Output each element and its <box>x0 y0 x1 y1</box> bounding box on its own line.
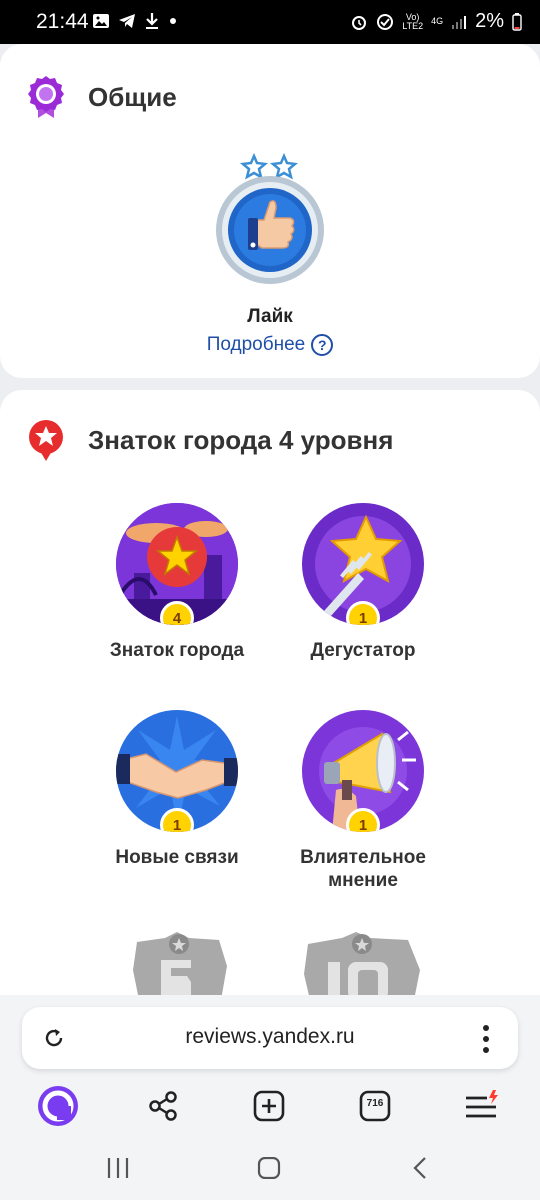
like-badge-name: Лайк <box>247 306 293 327</box>
download-icon <box>146 13 158 29</box>
like-badge-icon[interactable] <box>212 152 330 284</box>
city-header: Знаток города 4 уровня <box>26 418 393 462</box>
general-title: Общие <box>88 81 177 112</box>
telegram-icon <box>119 14 135 28</box>
city-title: Знаток города 4 уровня <box>88 424 394 455</box>
badge-taster[interactable]: 1 Дегустатор <box>263 503 463 662</box>
more-link[interactable]: Подробнее ? <box>0 334 540 356</box>
new-tab-button[interactable] <box>246 1083 292 1129</box>
badge-name: Дегустатор <box>310 640 416 661</box>
home-icon[interactable] <box>257 1157 281 1179</box>
cell-signal-icon <box>452 15 467 29</box>
url-text[interactable]: reviews.yandex.ru <box>22 1025 518 1049</box>
browser-toolbar: 716 <box>0 1083 540 1129</box>
general-card: Общие Лайк Подробнее ? <box>0 44 540 378</box>
city-expert-icon: 4 <box>116 503 238 625</box>
recent-apps-icon[interactable] <box>106 1157 130 1179</box>
more-vertical-icon[interactable] <box>478 1024 494 1054</box>
signal-icon <box>377 13 394 30</box>
alarm-icon <box>352 15 367 30</box>
dot-icon <box>170 18 176 24</box>
badge-name: Новые связи <box>115 847 239 868</box>
network-indicator: Vo) LTE2 <box>402 11 424 31</box>
system-nav-bar <box>0 1145 540 1195</box>
taster-icon: 1 <box>302 503 424 625</box>
badge-influential-opinion[interactable]: 1 Влиятельное мнение <box>263 710 463 892</box>
image-icon <box>93 14 109 28</box>
badge-city-expert[interactable]: 4 Знаток города <box>77 503 277 662</box>
back-icon[interactable] <box>410 1157 430 1179</box>
badge-new-connections[interactable]: 1 Новые связи <box>77 710 277 869</box>
status-bar: 21:44 Vo) LTE2 4G 2% <box>0 0 540 44</box>
share-icon[interactable] <box>147 1090 179 1122</box>
network-type: 4G <box>431 16 444 26</box>
city-expert-card: Знаток города 4 уровня 4 Знаток города 1… <box>0 390 540 1030</box>
battery-percent: 2% <box>475 10 504 32</box>
help-icon[interactable]: ? <box>311 334 334 356</box>
menu-button[interactable] <box>458 1083 504 1129</box>
more-link-label[interactable]: Подробнее <box>207 334 306 356</box>
medal-icon <box>28 76 64 118</box>
new-connections-icon: 1 <box>116 710 238 832</box>
influential-opinion-icon: 1 <box>302 710 424 832</box>
general-header: Общие <box>26 74 177 120</box>
alice-button[interactable] <box>35 1083 81 1129</box>
city-pin-icon <box>29 420 63 461</box>
new-tab-icon[interactable] <box>253 1090 285 1122</box>
tabs-button[interactable]: 716 <box>352 1083 398 1129</box>
share-button[interactable] <box>140 1083 186 1129</box>
badge-name: Влиятельное мнение <box>300 847 426 891</box>
tabs-count[interactable]: 716 <box>352 1098 398 1109</box>
status-time: 21:44 <box>36 10 89 33</box>
battery-icon <box>512 12 522 31</box>
alice-icon[interactable] <box>37 1085 79 1127</box>
menu-icon[interactable] <box>463 1090 499 1122</box>
browser-chrome: reviews.yandex.ru 716 <box>0 995 540 1200</box>
address-bar[interactable]: reviews.yandex.ru <box>22 1007 518 1069</box>
badge-name: Знаток города <box>109 640 245 661</box>
locked-badge-icon[interactable] <box>298 930 426 1000</box>
locked-badge-icon[interactable] <box>125 930 235 1000</box>
